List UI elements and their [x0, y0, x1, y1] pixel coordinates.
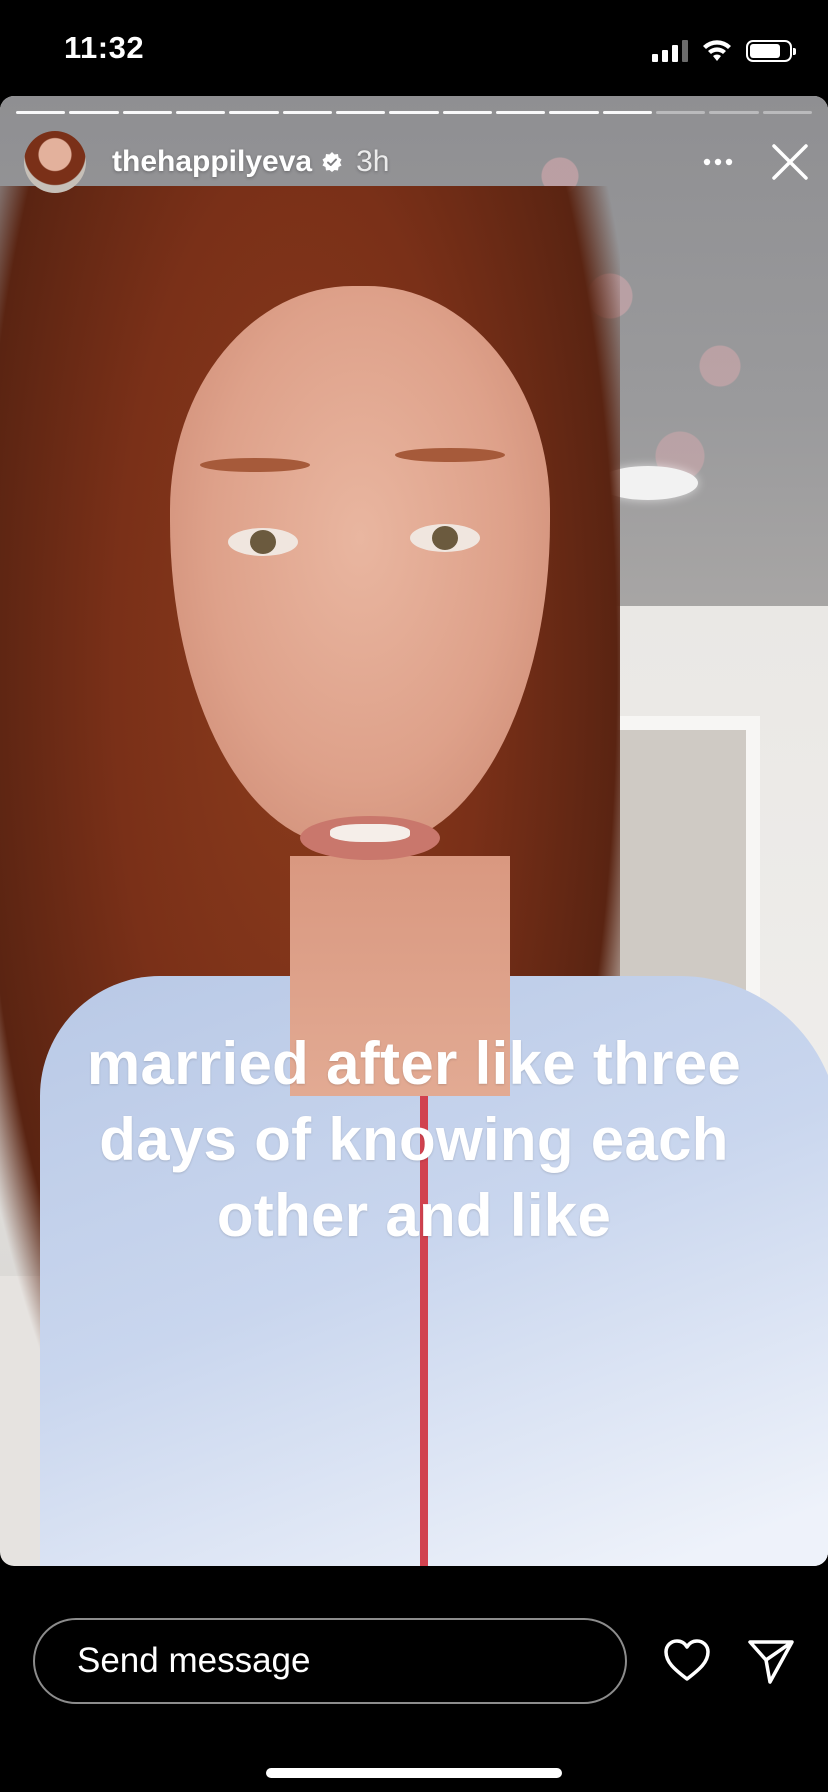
profile-avatar[interactable] [24, 131, 86, 193]
send-message-placeholder: Send message [77, 1641, 311, 1680]
story-image-brow-left [200, 458, 310, 472]
caption-line-3: other and like [216, 1182, 612, 1249]
story-header: thehappilyeva 3h [24, 130, 814, 194]
story-progress-segment [122, 111, 172, 114]
story-progress-segment [69, 111, 119, 114]
close-icon[interactable] [770, 142, 810, 182]
battery-icon [746, 40, 796, 62]
story-progress-bar [16, 111, 812, 114]
story-progress-segment [762, 111, 812, 114]
story-time-ago: 3h [356, 145, 390, 178]
caption-line-2: days of knowing each [99, 1106, 729, 1173]
story-image-teeth [330, 824, 410, 842]
story-progress-segment [389, 111, 439, 114]
story-image-eye-left [228, 528, 298, 556]
story-progress-segment [229, 111, 279, 114]
story-progress-segment [602, 111, 652, 114]
home-indicator [266, 1768, 562, 1778]
status-icons [652, 36, 796, 66]
story-progress-segment [16, 111, 66, 114]
story-progress-segment [282, 111, 332, 114]
status-time: 11:32 [64, 30, 145, 65]
cellular-signal-icon [652, 40, 688, 62]
heart-icon[interactable] [662, 1636, 712, 1686]
story-username[interactable]: thehappilyeva [112, 145, 312, 179]
more-horizontal-icon[interactable] [700, 144, 736, 180]
send-message-input[interactable]: Send message [33, 1618, 627, 1704]
send-paper-plane-icon[interactable] [746, 1636, 796, 1686]
story-viewer[interactable]: thehappilyeva 3h married after like thre… [0, 96, 828, 1566]
story-progress-segment [335, 111, 386, 114]
story-progress-segment [175, 111, 226, 114]
story-image-eye-right [410, 524, 480, 552]
story-progress-segment [709, 111, 759, 114]
story-progress-segment [495, 111, 546, 114]
battery-fill [750, 44, 780, 58]
story-caption: married after like three days of knowing… [0, 1026, 828, 1254]
story-image-brow-right [395, 448, 505, 462]
story-progress-segment [655, 111, 706, 114]
story-progress-segment [549, 111, 599, 114]
story-reply-bar: Send message [0, 1566, 828, 1792]
status-bar: 11:32 [0, 0, 828, 96]
story-progress-segment [442, 111, 492, 114]
wifi-icon [703, 40, 731, 61]
caption-line-1: married after like three [86, 1030, 742, 1097]
verified-badge-icon [322, 152, 342, 172]
